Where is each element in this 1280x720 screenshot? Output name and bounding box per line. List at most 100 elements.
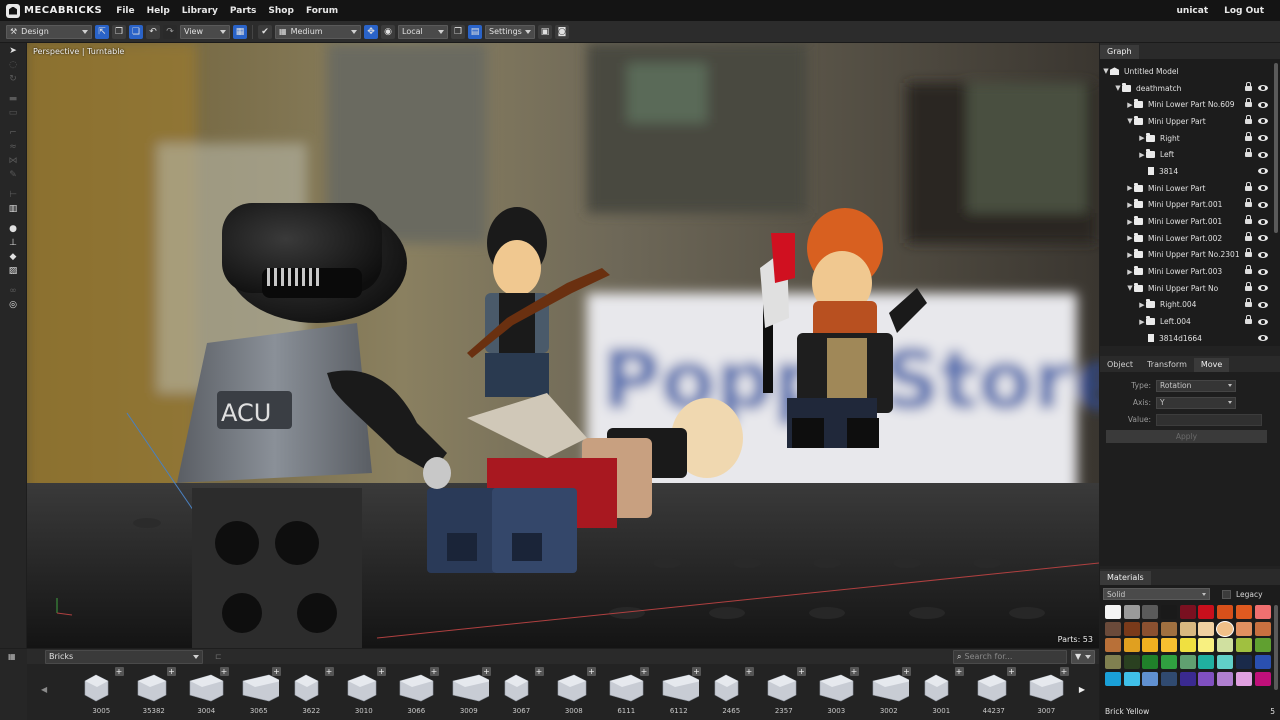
visibility-eye-icon[interactable] xyxy=(1258,85,1268,92)
link-icon[interactable]: ∞ xyxy=(7,285,19,297)
color-swatch[interactable] xyxy=(1254,655,1271,670)
lock-icon[interactable] xyxy=(1245,131,1252,142)
visibility-eye-icon[interactable] xyxy=(1258,285,1268,292)
add-part-icon[interactable]: + xyxy=(167,667,176,676)
color-swatch[interactable] xyxy=(1235,671,1252,686)
light-icon[interactable]: ● xyxy=(7,223,19,235)
part-tile[interactable]: +6112 xyxy=(653,665,706,720)
lock-icon[interactable] xyxy=(1245,315,1252,325)
color-swatch[interactable] xyxy=(1198,621,1215,636)
lock-icon[interactable] xyxy=(1245,281,1252,292)
lock-icon[interactable] xyxy=(1245,231,1252,242)
pivot-button[interactable]: ◉ xyxy=(381,24,395,39)
legacy-checkbox[interactable] xyxy=(1222,589,1231,599)
select-arrow-icon[interactable]: ➤ xyxy=(7,45,19,57)
menu-forum[interactable]: Forum xyxy=(300,6,344,16)
part-tile[interactable]: +2465 xyxy=(705,665,758,720)
undo-button[interactable]: ↶ xyxy=(146,24,160,39)
expand-arrow-icon[interactable]: ▼ xyxy=(1126,284,1134,292)
lock-icon[interactable] xyxy=(1245,215,1252,225)
lock-icon[interactable] xyxy=(1245,248,1252,258)
color-swatch[interactable] xyxy=(1235,638,1252,653)
tree-node[interactable]: ▶ Left xyxy=(1102,146,1272,163)
color-swatch[interactable] xyxy=(1161,605,1178,619)
color-swatch[interactable] xyxy=(1142,655,1159,670)
color-swatch[interactable] xyxy=(1198,605,1215,619)
tree-node[interactable]: ▶ Mini Lower Part.003 xyxy=(1102,263,1272,280)
collapse-arrow-icon[interactable]: ▶ xyxy=(1126,251,1134,259)
lock-icon[interactable] xyxy=(1245,114,1252,125)
color-swatch[interactable] xyxy=(1105,671,1121,686)
color-swatch[interactable] xyxy=(1254,638,1271,653)
expand-arrow-icon[interactable]: ▼ xyxy=(1102,67,1110,75)
color-swatch[interactable] xyxy=(1179,621,1196,636)
part-tile[interactable]: +44237 xyxy=(968,665,1021,720)
apply-button[interactable]: Apply xyxy=(1106,430,1267,443)
axes-icon[interactable]: ⊥ xyxy=(7,237,19,249)
collapse-arrow-icon[interactable]: ▶ xyxy=(1126,268,1134,276)
add-part-icon[interactable]: + xyxy=(1007,667,1016,676)
part-tile[interactable]: +35382 xyxy=(128,665,181,720)
tree-scrollbar[interactable] xyxy=(1274,63,1278,233)
tree-node[interactable]: ▶ Mini Lower Part.002 xyxy=(1102,230,1272,247)
materials-scrollbar[interactable] xyxy=(1274,605,1278,690)
move-gizmo-button[interactable]: ✥ xyxy=(364,24,378,39)
filter-button[interactable]: ▼ xyxy=(1071,649,1095,664)
color-swatch[interactable] xyxy=(1198,655,1215,670)
color-swatch[interactable] xyxy=(1217,605,1234,619)
color-swatch[interactable] xyxy=(1142,671,1159,686)
flex-icon[interactable]: ≈ xyxy=(7,141,19,153)
visibility-eye-icon[interactable] xyxy=(1258,318,1268,325)
add-part-icon[interactable]: + xyxy=(692,667,701,676)
view-select[interactable]: View xyxy=(180,24,230,39)
delete-icon[interactable]: ▬ xyxy=(7,93,19,105)
visibility-eye-icon[interactable] xyxy=(1258,251,1268,258)
color-swatch[interactable] xyxy=(1161,671,1178,686)
rotate-icon[interactable]: ↻ xyxy=(7,73,19,85)
color-swatch[interactable] xyxy=(1142,605,1159,619)
tab-graph[interactable]: Graph xyxy=(1100,45,1139,59)
hinge-icon[interactable]: ⌐ xyxy=(7,127,19,139)
color-swatch[interactable] xyxy=(1254,671,1271,686)
tree-node[interactable]: 3814 xyxy=(1102,163,1272,180)
part-tile[interactable]: +3622 xyxy=(285,665,338,720)
color-swatch[interactable] xyxy=(1217,621,1234,636)
paint-icon[interactable]: ✎ xyxy=(7,169,19,181)
mecabricks-logo[interactable]: MECABRICKS xyxy=(6,3,102,18)
expand-arrow-icon[interactable]: ▼ xyxy=(1126,117,1134,125)
add-part-icon[interactable]: + xyxy=(587,667,596,676)
chart-icon[interactable]: ▥ xyxy=(7,203,19,215)
visibility-eye-icon[interactable] xyxy=(1258,301,1268,308)
color-swatch[interactable] xyxy=(1161,638,1178,653)
collapse-arrow-icon[interactable]: ▶ xyxy=(1126,201,1134,209)
add-part-icon[interactable]: + xyxy=(429,667,439,676)
visibility-eye-icon[interactable] xyxy=(1258,135,1268,142)
collapse-arrow-icon[interactable]: ▶ xyxy=(1126,184,1134,192)
tab-move[interactable]: Move xyxy=(1193,358,1230,372)
color-swatch[interactable] xyxy=(1142,621,1159,636)
part-tile[interactable]: +3003 xyxy=(810,665,863,720)
measure-icon[interactable]: ⊢ xyxy=(7,189,19,201)
color-swatch[interactable] xyxy=(1161,655,1178,670)
color-swatch[interactable] xyxy=(1105,621,1121,636)
tab-object[interactable]: Object xyxy=(1100,358,1140,372)
settings-select[interactable]: Settings xyxy=(485,24,535,39)
add-part-icon[interactable]: + xyxy=(377,667,386,676)
lasso-icon[interactable]: ◌ xyxy=(7,59,19,71)
part-tile[interactable]: +2357 xyxy=(758,665,811,720)
tree-node[interactable]: ▶ Right xyxy=(1102,130,1272,147)
finish-select[interactable]: Solid xyxy=(1103,588,1210,600)
viewport-camera-label[interactable]: Perspective | Turntable xyxy=(33,47,124,56)
color-swatch[interactable] xyxy=(1198,638,1215,653)
part-tile[interactable]: +6111 xyxy=(600,665,653,720)
color-swatch[interactable] xyxy=(1198,671,1215,686)
mode-select[interactable]: ⚒ Design xyxy=(6,24,92,39)
quality-toggle[interactable]: ✔ xyxy=(258,24,272,39)
color-swatch[interactable] xyxy=(1217,638,1234,653)
part-tile[interactable]: +3002 xyxy=(863,665,916,720)
grid-view-icon[interactable]: ▦ xyxy=(8,652,18,661)
part-tile[interactable]: +3065 xyxy=(233,665,286,720)
part-tile[interactable]: +3007 xyxy=(1020,665,1073,720)
collapse-arrow-icon[interactable]: ▶ xyxy=(1126,218,1134,226)
save-button[interactable]: ▣ xyxy=(538,24,552,39)
